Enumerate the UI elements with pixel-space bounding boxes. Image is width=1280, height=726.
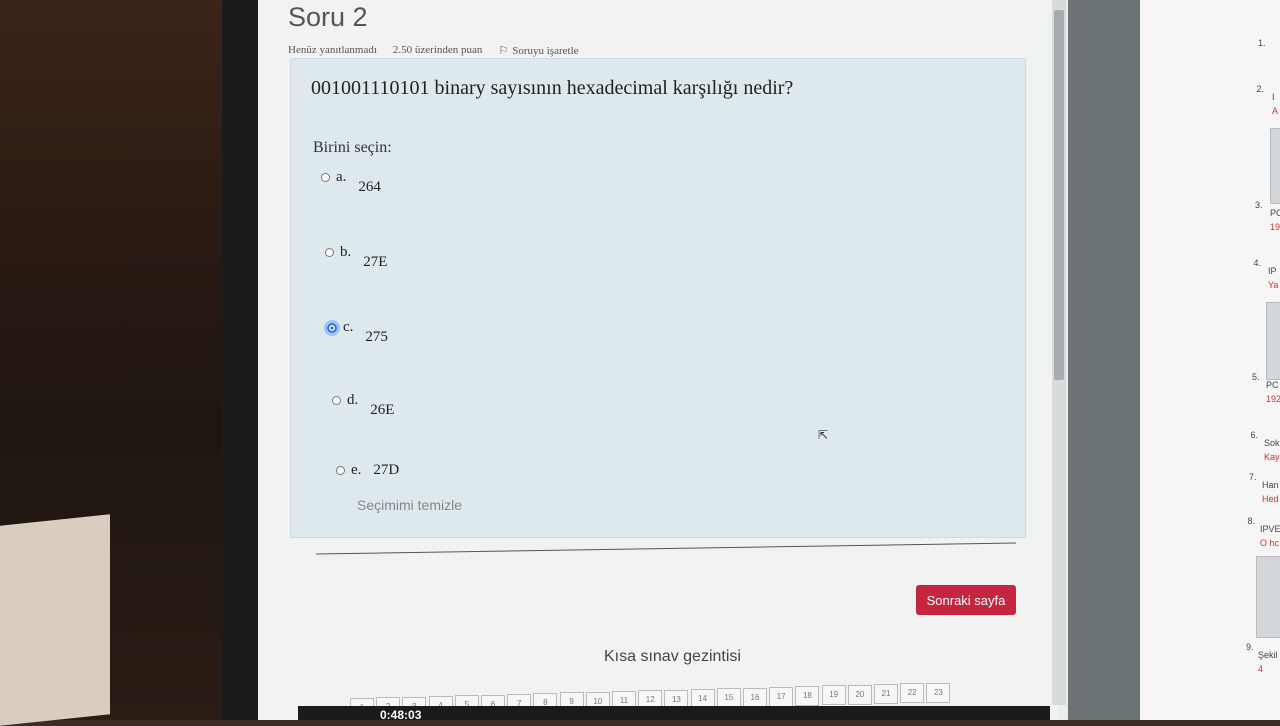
clear-choice-link[interactable]: Seçimimi temizle	[357, 497, 462, 513]
right-item-image	[1266, 302, 1280, 380]
right-item-text[interactable]: IP	[1268, 266, 1277, 276]
right-item-answer: Hed	[1262, 494, 1279, 504]
flag-icon: ⚐	[498, 45, 509, 57]
nav-page-22[interactable]: 22	[900, 683, 925, 704]
question-points: 2.50 üzerinden puan	[392, 44, 483, 56]
option-e[interactable]: e. 27D	[336, 462, 399, 479]
right-item-image	[1270, 128, 1280, 204]
right-item-image	[1256, 556, 1280, 638]
quiz-page: Soru 2 Henüz yanıtlanmadı 2.50 üzerinden…	[258, 0, 1058, 720]
right-item-answer: 4	[1258, 664, 1264, 674]
right-item-answer: 192	[1266, 394, 1280, 404]
next-page-button[interactable]: Sonraki sayfa	[916, 585, 1016, 615]
question-title: Soru 2	[288, 2, 368, 32]
right-item-text[interactable]: PC	[1266, 380, 1279, 390]
scrollbar-thumb[interactable]	[1054, 10, 1064, 380]
right-item-answer: A	[1272, 106, 1279, 116]
option-b[interactable]: b. 27E	[325, 244, 387, 271]
mouse-cursor-icon: ⇱	[818, 428, 829, 442]
option-a[interactable]: a. 264	[321, 169, 381, 196]
right-item-text[interactable]: PC	[1270, 208, 1280, 218]
right-item-number: 4.	[1253, 258, 1262, 268]
right-item-answer: O hc	[1260, 538, 1280, 548]
question-text: 001001110101 binary sayısının hexadecima…	[311, 77, 794, 99]
taskbar: 0:48:03	[298, 706, 1050, 722]
option-d-value: 26E	[370, 402, 395, 418]
right-item-text[interactable]: I	[1272, 92, 1275, 102]
right-item-answer: Kay	[1264, 452, 1280, 462]
background-paper	[0, 514, 110, 726]
choice-prompt: Birini seçin:	[313, 139, 392, 156]
right-question-list: 1. 2. I A 3. PC 19 4. IP Ya 5. PC 192 6. Sok Kay 7. Han He…	[1140, 0, 1280, 720]
monitor-bezel	[222, 0, 262, 720]
nav-page-18[interactable]: 18	[795, 686, 820, 707]
right-item-number: 9.	[1246, 642, 1254, 652]
right-item-number: 3.	[1255, 200, 1263, 210]
right-panel: 1. 2. I A 3. PC 19 4. IP Ya 5. PC 192 6. Sok Kay 7. Han He…	[1140, 0, 1280, 720]
flag-question-label: Soruyu işaretle	[512, 45, 579, 57]
option-b-radio[interactable]	[325, 248, 334, 257]
option-a-radio[interactable]	[321, 173, 330, 182]
divider	[316, 542, 1016, 555]
option-b-letter: b.	[340, 244, 352, 260]
right-item-number: 2.	[1256, 84, 1265, 94]
quiz-navigation-title: Kısa sınav gezintisi	[604, 648, 741, 665]
nav-page-16[interactable]: 16	[743, 687, 767, 708]
question-status: Henüz yanıtlanmadı	[288, 44, 377, 56]
background-photo-left	[0, 0, 260, 726]
option-c-value: 275	[365, 329, 388, 345]
option-c-radio[interactable]	[324, 320, 340, 336]
option-c[interactable]: c. 275	[324, 319, 388, 346]
option-a-value: 264	[358, 179, 381, 195]
right-item-answer: Ya	[1268, 280, 1279, 290]
nav-page-19[interactable]: 19	[821, 685, 846, 706]
option-d-radio[interactable]	[332, 396, 341, 405]
nav-page-23[interactable]: 23	[926, 682, 951, 703]
right-item-number: 1.	[1258, 38, 1266, 48]
option-d-letter: d.	[347, 392, 359, 408]
option-b-value: 27E	[363, 254, 388, 270]
right-item-text[interactable]: Şekil	[1258, 650, 1278, 660]
right-item-number: 8.	[1247, 516, 1256, 526]
nav-page-21[interactable]: 21	[874, 684, 898, 704]
option-e-radio[interactable]	[336, 466, 345, 475]
right-item-answer: 19	[1270, 222, 1280, 232]
right-item-number: 5.	[1252, 372, 1260, 382]
right-item-number: 7.	[1249, 472, 1257, 482]
right-item-text[interactable]: Han	[1262, 480, 1279, 490]
option-e-letter: e.	[351, 462, 362, 478]
right-item-text[interactable]: Sok	[1264, 438, 1280, 448]
flag-question-link[interactable]: ⚐ Soruyu işaretle	[498, 44, 578, 57]
screen: Soru 2 Henüz yanıtlanmadı 2.50 üzerinden…	[258, 0, 1280, 720]
question-meta: Henüz yanıtlanmadı 2.50 üzerinden puan ⚐…	[288, 44, 579, 57]
option-d[interactable]: d. 26E	[332, 392, 394, 419]
question-box: 001001110101 binary sayısının hexadecima…	[290, 58, 1026, 538]
option-c-letter: c.	[343, 319, 354, 335]
nav-page-17[interactable]: 17	[769, 686, 794, 707]
nav-page-20[interactable]: 20	[847, 684, 872, 705]
option-a-letter: a.	[336, 169, 347, 185]
option-e-value: 27D	[373, 462, 400, 478]
right-item-text[interactable]: IPVE	[1260, 524, 1280, 534]
right-item-number: 6.	[1250, 430, 1259, 440]
